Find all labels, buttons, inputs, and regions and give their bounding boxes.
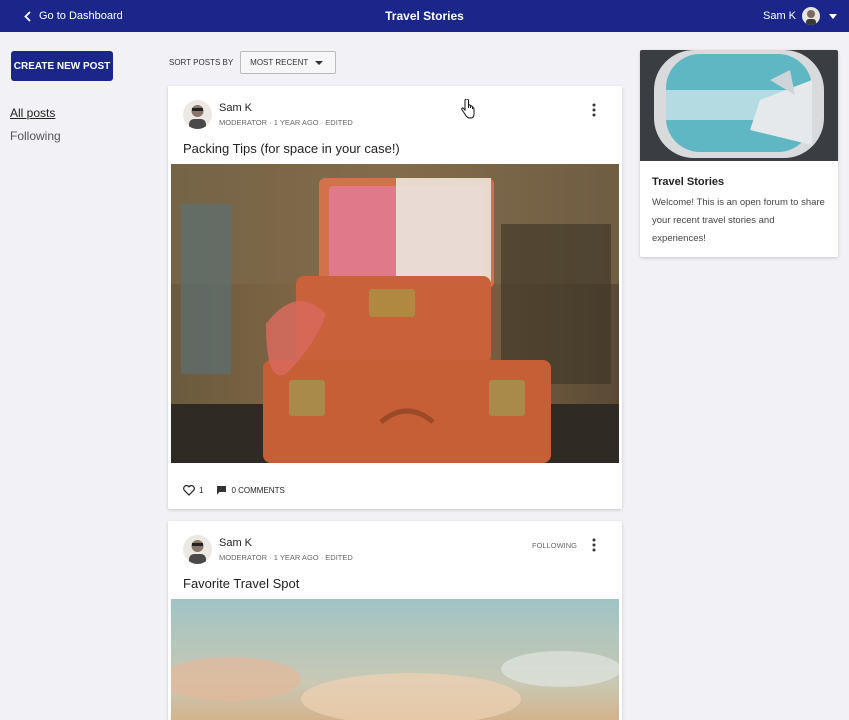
side-nav: All posts Following — [10, 106, 61, 152]
nav-item-all-posts[interactable]: All posts — [10, 106, 61, 120]
post-card[interactable]: Sam K MODERATOR · 1 YEAR AGO · EDITED Pa… — [168, 86, 622, 509]
about-title: Travel Stories — [652, 176, 725, 188]
post-footer: 1 0 COMMENTS — [183, 485, 285, 496]
go-to-dashboard-link[interactable]: Go to Dashboard — [24, 0, 123, 32]
sort-select[interactable]: MOST RECENT — [240, 51, 337, 74]
more-options-icon[interactable] — [590, 103, 598, 117]
author-name[interactable]: Sam K — [219, 102, 353, 114]
user-avatar — [802, 7, 820, 25]
like-button[interactable]: 1 — [183, 485, 203, 496]
user-name: Sam K — [762, 10, 796, 22]
comments-button[interactable]: 0 COMMENTS — [217, 486, 285, 495]
post-title[interactable]: Favorite Travel Spot — [183, 576, 299, 591]
post-image-sky[interactable] — [171, 599, 619, 720]
user-menu[interactable]: Sam K — [763, 0, 837, 32]
forum-about-card: Travel Stories Welcome! This is an open … — [640, 50, 838, 257]
like-count: 1 — [199, 486, 204, 495]
following-badge: FOLLOWING — [531, 541, 577, 550]
heart-icon — [183, 485, 195, 496]
caret-down-icon — [315, 61, 324, 65]
sort-label: SORT POSTS BY — [169, 58, 234, 67]
author-name[interactable]: Sam K — [219, 537, 353, 549]
post-meta: MODERATOR · 1 YEAR AGO · EDITED — [219, 118, 353, 127]
post-card[interactable]: Sam K MODERATOR · 1 YEAR AGO · EDITED FO… — [168, 521, 622, 720]
comment-count: 0 COMMENTS — [231, 486, 285, 495]
about-description: Welcome! This is an open forum to share … — [652, 197, 825, 244]
author-avatar[interactable] — [183, 535, 212, 564]
post-meta: MODERATOR · 1 YEAR AGO · EDITED — [219, 553, 353, 562]
app-title: Travel Stories — [385, 9, 464, 23]
post-author-row: Sam K MODERATOR · 1 YEAR AGO · EDITED — [183, 535, 353, 564]
comment-icon — [217, 486, 227, 495]
post-image-suitcases[interactable] — [171, 164, 619, 463]
nav-item-following[interactable]: Following — [10, 129, 61, 143]
post-author-row: Sam K MODERATOR · 1 YEAR AGO · EDITED — [183, 100, 353, 129]
top-bar: Go to Dashboard Travel Stories Sam K — [0, 0, 849, 32]
post-title[interactable]: Packing Tips (for space in your case!) — [183, 141, 400, 156]
go-to-dashboard-label: Go to Dashboard — [39, 10, 123, 22]
about-image-airplane-window — [640, 50, 838, 161]
sort-bar: SORT POSTS BY MOST RECENT — [169, 51, 337, 74]
chevron-left-icon — [24, 10, 31, 22]
caret-down-icon — [829, 13, 837, 19]
sort-selected-value: MOST RECENT — [250, 58, 309, 67]
author-avatar[interactable] — [183, 100, 212, 129]
more-options-icon[interactable] — [590, 538, 598, 552]
create-new-post-button[interactable]: CREATE NEW POST — [11, 51, 113, 81]
hand-pointer-cursor-icon — [461, 99, 475, 119]
